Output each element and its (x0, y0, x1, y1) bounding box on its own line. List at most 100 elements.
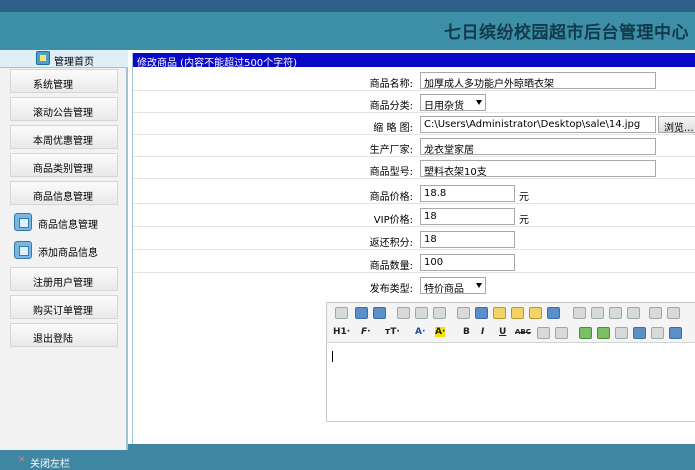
row-quantity: 商品数量: 100 (133, 252, 695, 273)
align-center-icon[interactable] (591, 307, 604, 319)
sidebar-item-notice[interactable]: 滚动公告管理 (10, 97, 118, 121)
row-points: 返还积分: 18 (133, 229, 695, 250)
template-icon[interactable] (415, 307, 428, 319)
browse-button[interactable]: 浏览... (658, 116, 695, 133)
sidebar-item-system[interactable]: 系统管理 (10, 69, 118, 93)
main-panel: 修改商品 (内容不能超过500个字符) 商品名称: 加厚成人多功能户外晾晒衣架 … (132, 53, 695, 444)
category-value: 日用杂货 (424, 101, 464, 112)
product-list-icon (14, 213, 32, 231)
preview-icon[interactable] (397, 307, 410, 319)
panel-header: 修改商品 (内容不能超过500个字符) (133, 53, 695, 69)
font-size-button[interactable]: тT· (385, 327, 400, 337)
paste-word-icon[interactable] (529, 307, 542, 319)
add-product-icon (14, 241, 32, 259)
row-maker: 生产厂家: 龙衣堂家居 (133, 136, 695, 157)
media-icon[interactable] (615, 327, 628, 339)
editor-content-area[interactable] (327, 344, 695, 421)
sidebar-footer: ✕ 关闭左栏 (0, 450, 128, 470)
name-input[interactable]: 加厚成人多功能户外晾晒衣架 (420, 72, 656, 89)
close-icon: ✕ (18, 455, 26, 465)
paste-icon[interactable] (493, 307, 506, 319)
quantity-input[interactable]: 100 (420, 254, 515, 271)
select-all-icon[interactable] (547, 307, 560, 319)
home-icon (36, 51, 50, 65)
sidebar-item-orders[interactable]: 购买订单管理 (10, 295, 118, 319)
sidebar-item-categories[interactable]: 商品类别管理 (10, 153, 118, 177)
app-title: 七日缤纷校园超市后台管理中心 (444, 23, 689, 43)
category-select[interactable]: 日用杂货 (420, 94, 486, 112)
align-left-icon[interactable] (573, 307, 586, 319)
heading-button[interactable]: H1· (333, 327, 350, 337)
align-right-icon[interactable] (609, 307, 622, 319)
sidebar-item-weekly-deals[interactable]: 本周优惠管理 (10, 125, 118, 149)
sidebar-sub-product-list[interactable]: 商品信息管理 (10, 211, 120, 233)
editor-toolbar: H1· F· тT· A· A· B I U ABC (327, 303, 695, 343)
chevron-down-icon (476, 100, 482, 105)
sidebar-item-label: 退出登陆 (33, 334, 73, 345)
paste-text-icon[interactable] (511, 307, 524, 319)
publish-type-value: 特价商品 (424, 284, 464, 295)
row-name: 商品名称: 加厚成人多功能户外晾晒衣架 (133, 70, 695, 91)
vip-price-input[interactable]: 18 (420, 208, 515, 225)
chevron-down-icon (476, 283, 482, 288)
highlight-color-button[interactable]: A· (435, 327, 446, 337)
font-color-button[interactable]: A· (415, 327, 425, 337)
row-category: 商品分类: 日用杂货 (133, 92, 695, 113)
name-label: 商品名称: (369, 79, 413, 90)
strikethrough-button[interactable]: ABC (515, 328, 531, 336)
ordered-list-icon[interactable] (649, 307, 662, 319)
sidebar-item-products[interactable]: 商品信息管理 (10, 181, 118, 205)
thumbnail-label: 缩 略 图: (373, 123, 413, 134)
sidebar-item-label: 本周优惠管理 (33, 136, 93, 147)
points-input[interactable]: 18 (420, 231, 515, 248)
vip-unit: 元 (519, 215, 529, 226)
sidebar-sub-add-product[interactable]: 添加商品信息 (10, 239, 120, 261)
maker-label: 生产厂家: (369, 145, 413, 156)
copy-icon[interactable] (475, 307, 488, 319)
publish-type-select[interactable]: 特价商品 (420, 277, 486, 295)
footer-bar (128, 444, 695, 470)
font-family-button[interactable]: F· (361, 327, 371, 337)
panel-title: 修改商品 (内容不能超过500个字符) (137, 58, 298, 69)
sidebar-sub-label: 添加商品信息 (38, 248, 98, 259)
table-icon[interactable] (537, 327, 550, 339)
close-sidebar-link[interactable]: 关闭左栏 (30, 455, 70, 470)
sidebar-item-label: 购买订单管理 (33, 306, 93, 317)
unordered-list-icon[interactable] (667, 307, 680, 319)
emoticon-icon[interactable] (633, 327, 646, 339)
bold-button[interactable]: B (463, 327, 470, 337)
row-price: 商品价格: 18.8 元 (133, 183, 695, 204)
row-publish-type: 发布类型: 特价商品 (133, 275, 695, 296)
image-icon[interactable] (579, 327, 592, 339)
flash-icon[interactable] (597, 327, 610, 339)
text-caret (332, 351, 333, 362)
quantity-label: 商品数量: (369, 261, 413, 272)
sidebar-item-logout[interactable]: 退出登陆 (10, 323, 118, 347)
align-justify-icon[interactable] (627, 307, 640, 319)
redo-icon[interactable] (373, 307, 386, 319)
print-icon[interactable] (433, 307, 446, 319)
link-icon[interactable] (669, 327, 682, 339)
price-input[interactable]: 18.8 (420, 185, 515, 202)
row-thumbnail: 缩 略 图: C:\Users\Administrator\Desktop\sa… (133, 114, 695, 135)
points-label: 返还积分: (369, 238, 413, 249)
sidebar-item-label: 滚动公告管理 (33, 108, 93, 119)
italic-button[interactable]: I (481, 327, 484, 337)
sidebar: 管理首页 系统管理 滚动公告管理 本周优惠管理 商品类别管理 商品信息管理 商品… (0, 50, 128, 450)
sidebar-item-label: 注册用户管理 (33, 278, 93, 289)
sidebar-item-label: 系统管理 (33, 80, 73, 91)
thumbnail-path-input[interactable]: C:\Users\Administrator\Desktop\sale\14.j… (420, 116, 656, 133)
maker-input[interactable]: 龙衣堂家居 (420, 138, 656, 155)
underline-button[interactable]: U (499, 327, 506, 337)
sidebar-item-users[interactable]: 注册用户管理 (10, 267, 118, 291)
sidebar-home-label: 管理首页 (54, 57, 94, 68)
source-icon[interactable] (335, 307, 348, 319)
attachment-icon[interactable] (651, 327, 664, 339)
eraser-icon[interactable] (555, 327, 568, 339)
rich-text-editor: H1· F· тT· A· A· B I U ABC (326, 302, 695, 422)
sidebar-home[interactable]: 管理首页 (0, 50, 128, 68)
undo-icon[interactable] (355, 307, 368, 319)
model-input[interactable]: 塑料衣架10支 (420, 160, 656, 177)
model-label: 商品型号: (369, 167, 413, 178)
cut-icon[interactable] (457, 307, 470, 319)
